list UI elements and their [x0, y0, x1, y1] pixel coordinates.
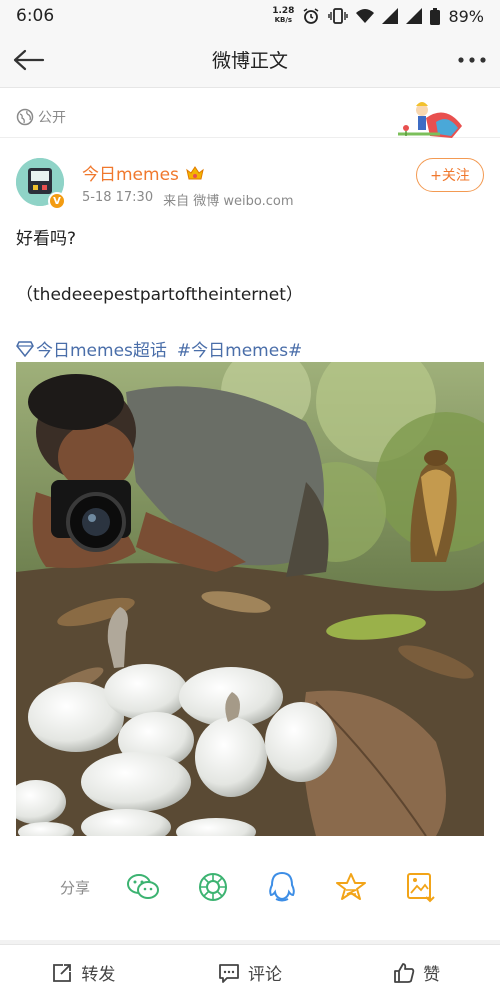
network-speed-unit: KB/s — [274, 16, 293, 24]
author-meta: 5-18 17:30 来自 微博 weibo.com — [82, 190, 294, 209]
post-source: 来自 微博 weibo.com — [163, 194, 294, 209]
alarm-icon — [302, 7, 320, 25]
qq-icon[interactable] — [265, 870, 299, 904]
save-image-icon[interactable] — [404, 870, 438, 904]
action-bar: 转发 评论 赞 — [0, 944, 500, 1000]
post-time: 5-18 17:30 — [82, 190, 154, 205]
more-dots-icon — [458, 57, 486, 63]
member-crown-icon — [186, 165, 204, 179]
decorative-sticker — [396, 96, 466, 140]
comment-button[interactable]: 评论 — [167, 945, 334, 1000]
topic-links: 今日memes超话 #今日memes# — [16, 336, 302, 361]
repost-label: 转发 — [81, 965, 116, 985]
topic-supertopic-label: 今日memes超话 — [36, 341, 167, 361]
wifi-icon — [356, 8, 375, 24]
signal-secondary-icon — [406, 8, 423, 24]
post-image[interactable] — [16, 362, 484, 836]
title-bar: 微博正文 — [0, 32, 500, 88]
back-arrow-icon — [13, 49, 45, 71]
like-label: 赞 — [423, 965, 441, 985]
comment-icon — [219, 963, 239, 983]
author-name[interactable]: 今日memes — [82, 160, 205, 185]
repost-button[interactable]: 转发 — [0, 945, 167, 1000]
share-label: 分享 — [60, 879, 91, 897]
visibility-label: 公开 — [38, 109, 66, 126]
page-title: 微博正文 — [211, 50, 288, 72]
post-text: 好看吗? — [16, 229, 77, 249]
status-icons: 1.28 KB/s 89% — [272, 7, 484, 26]
battery-icon — [430, 7, 441, 25]
thumbs-up-icon — [394, 962, 415, 983]
post-credit: （thedeeepestpartoftheinternet） — [16, 285, 303, 305]
vibrate-icon — [328, 8, 349, 24]
network-speed: 1.28 KB/s — [272, 7, 294, 25]
comment-label: 评论 — [248, 965, 282, 985]
battery-percent: 89% — [448, 6, 484, 26]
network-speed-value: 1.28 — [272, 6, 295, 16]
author-row: V 今日memes 5-18 17:30 来自 微博 weibo.com +关注 — [0, 152, 500, 212]
topic-supertopic-link[interactable]: 今日memes超话 — [16, 336, 167, 361]
qzone-icon[interactable] — [334, 870, 368, 904]
repost-icon — [53, 963, 72, 982]
signal-icon — [382, 8, 399, 24]
back-button[interactable] — [12, 44, 46, 76]
globe-icon — [16, 108, 34, 125]
author-name-text: 今日memes — [82, 165, 179, 185]
moments-icon[interactable] — [196, 870, 230, 904]
topic-hashtag-link[interactable]: #今日memes# — [177, 336, 302, 361]
status-time: 6:06 — [16, 6, 55, 26]
more-button[interactable] — [454, 46, 490, 74]
share-row: 分享 — [0, 860, 500, 914]
verified-badge: V — [48, 192, 66, 210]
wechat-icon[interactable] — [126, 870, 160, 904]
follow-button[interactable]: +关注 — [416, 158, 484, 192]
diamond-icon — [16, 340, 34, 357]
like-button[interactable]: 赞 — [333, 945, 500, 1000]
status-bar: 6:06 1.28 KB/s 89% — [0, 0, 500, 32]
